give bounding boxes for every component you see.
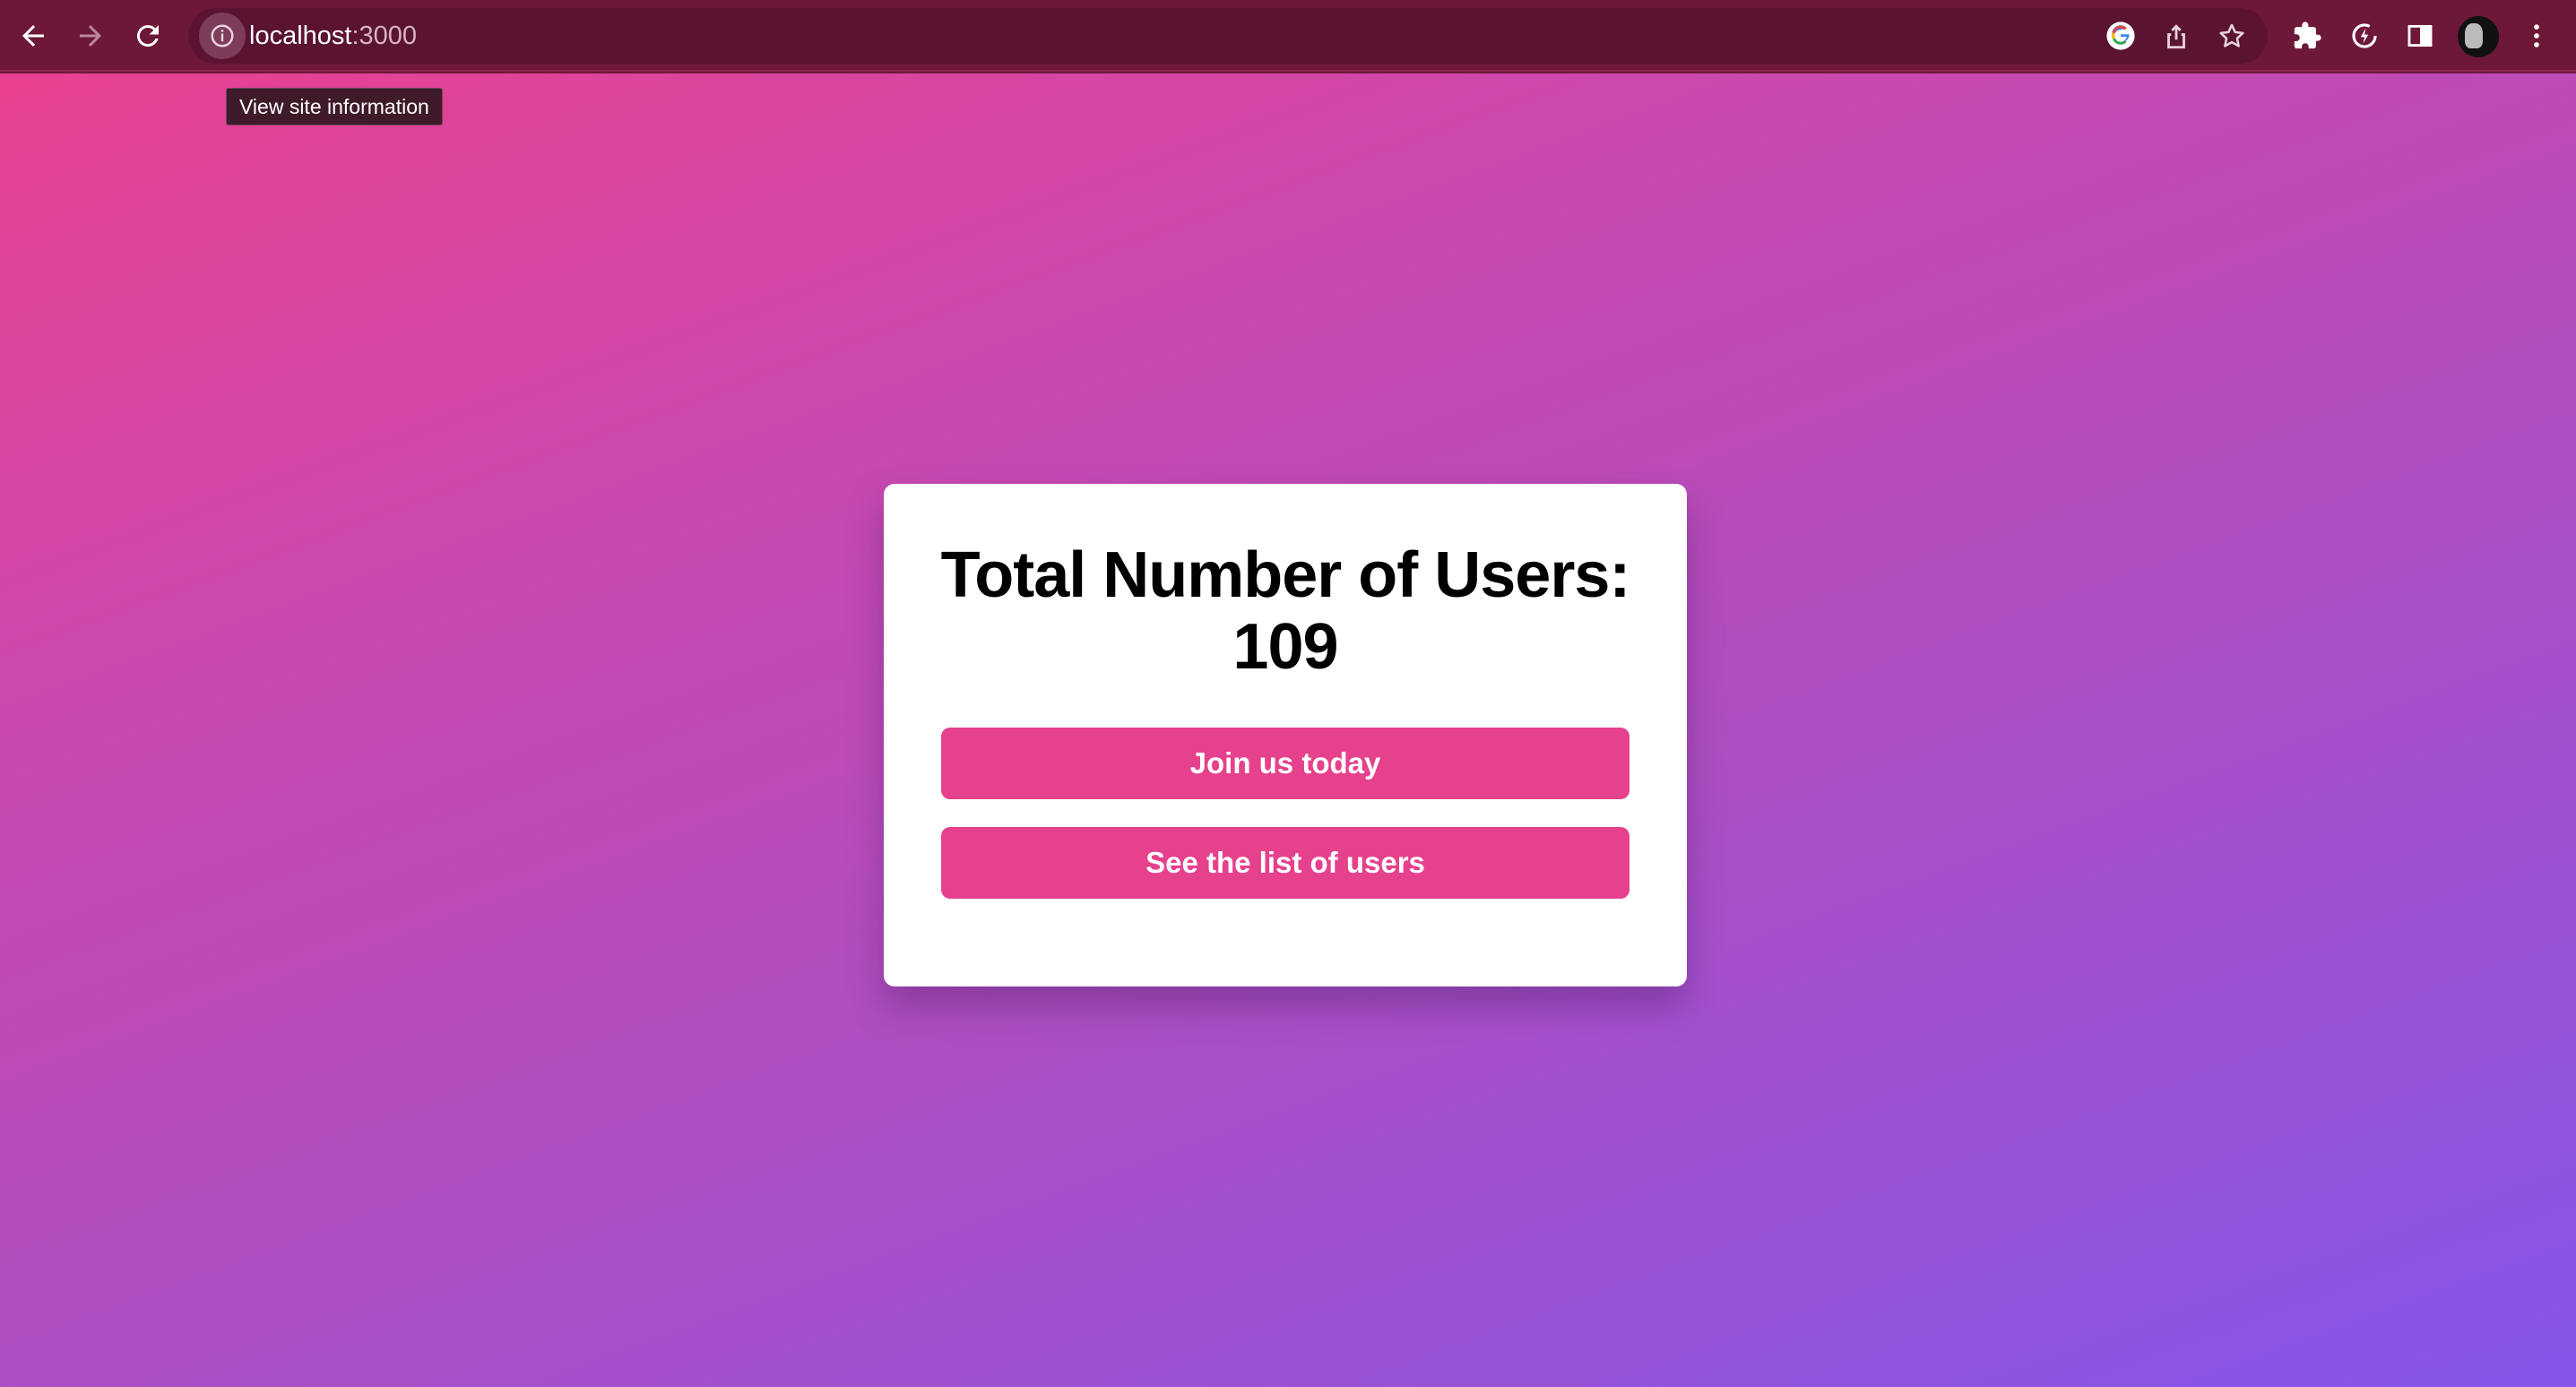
user-count-value: 109 xyxy=(1232,611,1338,683)
extensions-button[interactable] xyxy=(2286,14,2329,57)
user-count-card: Total Number of Users: 109 Join us today… xyxy=(884,484,1687,986)
browser-toolbar: localhost:3000 xyxy=(0,0,2576,72)
extensions-icon xyxy=(2294,22,2321,49)
google-lens-button[interactable] xyxy=(2101,16,2140,56)
info-icon xyxy=(211,24,234,47)
back-arrow-icon xyxy=(22,25,44,47)
join-button[interactable]: Join us today xyxy=(941,728,1629,799)
forward-arrow-icon xyxy=(80,25,101,47)
profile-avatar[interactable] xyxy=(2458,16,2499,57)
share-icon xyxy=(2167,24,2185,49)
site-info-button[interactable] xyxy=(199,13,246,59)
reload-icon xyxy=(136,25,159,47)
back-button[interactable] xyxy=(10,13,56,59)
forward-button[interactable] xyxy=(67,13,114,59)
extension-icon xyxy=(2352,23,2377,48)
bookmark-button[interactable] xyxy=(2212,16,2252,56)
page-viewport: Total Number of Users: 109 Join us today… xyxy=(0,73,2576,1387)
site-info-tooltip: View site information xyxy=(226,88,443,125)
address-bar[interactable]: localhost:3000 xyxy=(188,8,2268,64)
extension-button[interactable] xyxy=(2343,14,2386,57)
kebab-menu-icon xyxy=(2534,24,2539,47)
page-title: Total Number of Users: 109 xyxy=(884,539,1687,683)
google-icon xyxy=(2106,22,2135,50)
see-users-button[interactable]: See the list of users xyxy=(941,827,1629,899)
reload-button[interactable] xyxy=(125,13,171,59)
side-panel-button[interactable] xyxy=(2399,14,2442,57)
title-label: Total Number of Users: xyxy=(940,539,1631,611)
browser-menu-button[interactable] xyxy=(2515,14,2558,57)
url-text[interactable]: localhost:3000 xyxy=(249,21,417,51)
star-icon xyxy=(2219,23,2244,47)
side-panel-icon xyxy=(2407,24,2433,47)
share-button[interactable] xyxy=(2157,16,2196,56)
url-host: localhost xyxy=(249,22,352,50)
url-port: :3000 xyxy=(351,22,418,50)
